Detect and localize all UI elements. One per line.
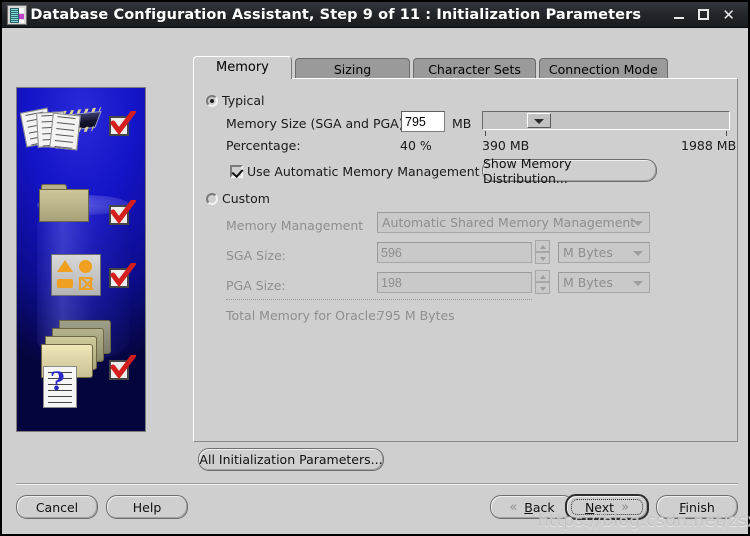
- tab-sizing[interactable]: Sizing: [294, 58, 411, 79]
- sga-size-stepper[interactable]: [535, 240, 550, 265]
- custom-radio[interactable]: Custom: [206, 191, 270, 206]
- typical-radio[interactable]: Typical: [206, 93, 265, 108]
- show-memory-distribution-label: Show Memory Distribution...: [483, 155, 572, 186]
- window-controls: ✕: [674, 7, 735, 22]
- amm-label: Use Automatic Memory Management: [247, 164, 480, 179]
- percentage-label: Percentage:: [226, 138, 301, 153]
- tab-label: Character Sets: [428, 62, 521, 77]
- shapes-palette-icon: [51, 254, 101, 296]
- wizard-illustration: [16, 87, 146, 432]
- tab-label: Sizing: [333, 62, 372, 77]
- pga-unit-select[interactable]: M Bytes: [558, 272, 650, 293]
- slider-min-label: 390 MB: [482, 138, 530, 153]
- sga-unit-value: M Bytes: [563, 245, 613, 260]
- tab-label: Connection Mode: [548, 62, 658, 77]
- minimize-icon[interactable]: [674, 8, 685, 21]
- cancel-label: Cancel: [35, 499, 79, 515]
- chevron-down-icon: [633, 250, 643, 256]
- documents-icon: [19, 104, 81, 151]
- slider-tick-min: [485, 131, 486, 136]
- folder-stack-icon: [41, 320, 111, 378]
- checkbox-indicator: [230, 165, 243, 178]
- sga-size-label: SGA Size:: [226, 248, 287, 263]
- chevron-down-icon: [633, 220, 643, 226]
- folder-icon: [39, 184, 89, 222]
- question-document-icon: [43, 366, 77, 408]
- stepper-up-icon[interactable]: [535, 270, 550, 282]
- tab-connection-mode[interactable]: Connection Mode: [538, 58, 668, 79]
- tab-character-sets[interactable]: Character Sets: [413, 58, 536, 79]
- window-title: Database Configuration Assistant, Step 9…: [30, 6, 642, 23]
- title-bar: Database Configuration Assistant, Step 9…: [2, 2, 748, 28]
- sga-unit-select[interactable]: M Bytes: [558, 242, 650, 263]
- chevron-down-icon: [633, 280, 643, 286]
- pga-size-stepper[interactable]: [535, 270, 550, 295]
- dbca-window: Database Configuration Assistant, Step 9…: [0, 0, 750, 536]
- tab-bar: Memory Sizing Character Sets Connection …: [193, 56, 671, 79]
- sga-size-input[interactable]: [377, 242, 532, 263]
- memory-management-label: Memory Management: [226, 218, 364, 233]
- database-assistant-icon: [7, 4, 27, 25]
- all-parameters-label: All Initialization Parameters...: [199, 452, 383, 467]
- checkmark-icon: [109, 263, 136, 291]
- stepper-up-icon[interactable]: [535, 240, 550, 252]
- slider-thumb[interactable]: [527, 113, 551, 128]
- help-label: Help: [132, 499, 162, 515]
- tab-label: Memory: [216, 60, 269, 75]
- memory-size-label: Memory Size (SGA and PGA):: [226, 116, 408, 131]
- total-memory-value: 795 M Bytes: [377, 308, 455, 323]
- custom-label: Custom: [222, 191, 270, 206]
- memory-size-slider[interactable]: [482, 111, 730, 130]
- all-initialization-parameters-button[interactable]: All Initialization Parameters...: [198, 448, 384, 471]
- automatic-memory-management-checkbox[interactable]: Use Automatic Memory Management: [230, 164, 480, 179]
- percentage-value: 40 %: [400, 138, 432, 153]
- footer-divider: [16, 483, 738, 485]
- maximize-icon[interactable]: [698, 9, 710, 20]
- cancel-button[interactable]: Cancel: [16, 495, 98, 519]
- radio-custom-indicator: [206, 193, 218, 205]
- chevron-left-double-icon: «: [509, 499, 518, 515]
- watermark-text: https://blog.csdn.net/zsx0728: [538, 511, 750, 531]
- pga-size-input[interactable]: [377, 272, 532, 293]
- checkmark-icon: [109, 111, 136, 139]
- checkmark-icon: [109, 355, 136, 383]
- memory-size-input[interactable]: [401, 111, 445, 132]
- checkmark-icon: [109, 200, 136, 228]
- tab-memory[interactable]: Memory: [193, 56, 292, 79]
- slider-max-label: 1988 MB: [681, 138, 737, 153]
- pga-unit-value: M Bytes: [563, 275, 613, 290]
- show-memory-distribution-button[interactable]: Show Memory Distribution...: [482, 156, 657, 186]
- pga-size-label: PGA Size:: [226, 278, 286, 293]
- memory-management-select[interactable]: Automatic Shared Memory Management: [377, 212, 650, 233]
- stepper-down-icon[interactable]: [535, 252, 550, 264]
- help-button[interactable]: Help: [106, 495, 188, 519]
- total-memory-label: Total Memory for Oracle:: [226, 308, 381, 323]
- typical-label: Typical: [222, 93, 265, 108]
- memory-tab-panel: Typical Memory Size (SGA and PGA): MB Pe…: [193, 78, 738, 442]
- divider: [226, 299, 532, 300]
- close-icon[interactable]: ✕: [722, 7, 735, 22]
- slider-tick-max: [726, 131, 727, 136]
- memory-management-value: Automatic Shared Memory Management: [382, 215, 636, 230]
- radio-typical-indicator: [206, 95, 218, 107]
- memory-size-unit-label: MB: [452, 116, 472, 131]
- stepper-down-icon[interactable]: [535, 282, 550, 294]
